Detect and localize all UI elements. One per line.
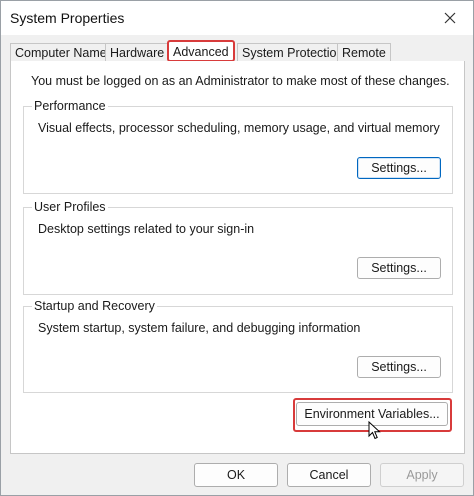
- admin-note: You must be logged on as an Administrato…: [31, 74, 450, 88]
- tab-computer-name[interactable]: Computer Name: [10, 43, 112, 61]
- performance-title: Performance: [32, 99, 108, 113]
- performance-settings-button[interactable]: Settings...: [357, 157, 441, 179]
- user-profiles-title: User Profiles: [32, 200, 108, 214]
- system-properties-window: System Properties Computer Name Hardware…: [0, 0, 474, 496]
- close-icon: [444, 12, 456, 24]
- user-profiles-description: Desktop settings related to your sign-in: [38, 222, 255, 236]
- tab-system-protection[interactable]: System Protection: [237, 43, 349, 61]
- tab-advanced[interactable]: Advanced: [167, 40, 235, 62]
- close-button[interactable]: [433, 5, 467, 31]
- startup-recovery-description: System startup, system failure, and debu…: [38, 321, 361, 335]
- startup-recovery-title: Startup and Recovery: [32, 299, 157, 313]
- startup-recovery-settings-button[interactable]: Settings...: [357, 356, 441, 378]
- performance-description: Visual effects, processor scheduling, me…: [38, 121, 440, 135]
- mouse-pointer-icon: [368, 421, 381, 440]
- title-bar: System Properties: [1, 1, 473, 35]
- user-profiles-group: User Profiles Desktop settings related t…: [23, 200, 453, 295]
- tab-hardware[interactable]: Hardware: [105, 43, 170, 61]
- advanced-tab-panel: You must be logged on as an Administrato…: [10, 61, 465, 454]
- tab-remote[interactable]: Remote: [337, 43, 391, 61]
- window-title: System Properties: [10, 10, 125, 26]
- apply-button[interactable]: Apply: [380, 463, 464, 487]
- ok-button[interactable]: OK: [194, 463, 278, 487]
- tab-strip: Computer Name Hardware Advanced System P…: [10, 40, 465, 62]
- startup-recovery-group: Startup and Recovery System startup, sys…: [23, 299, 453, 393]
- user-profiles-settings-button[interactable]: Settings...: [357, 257, 441, 279]
- performance-group: Performance Visual effects, processor sc…: [23, 99, 453, 194]
- cancel-button[interactable]: Cancel: [287, 463, 371, 487]
